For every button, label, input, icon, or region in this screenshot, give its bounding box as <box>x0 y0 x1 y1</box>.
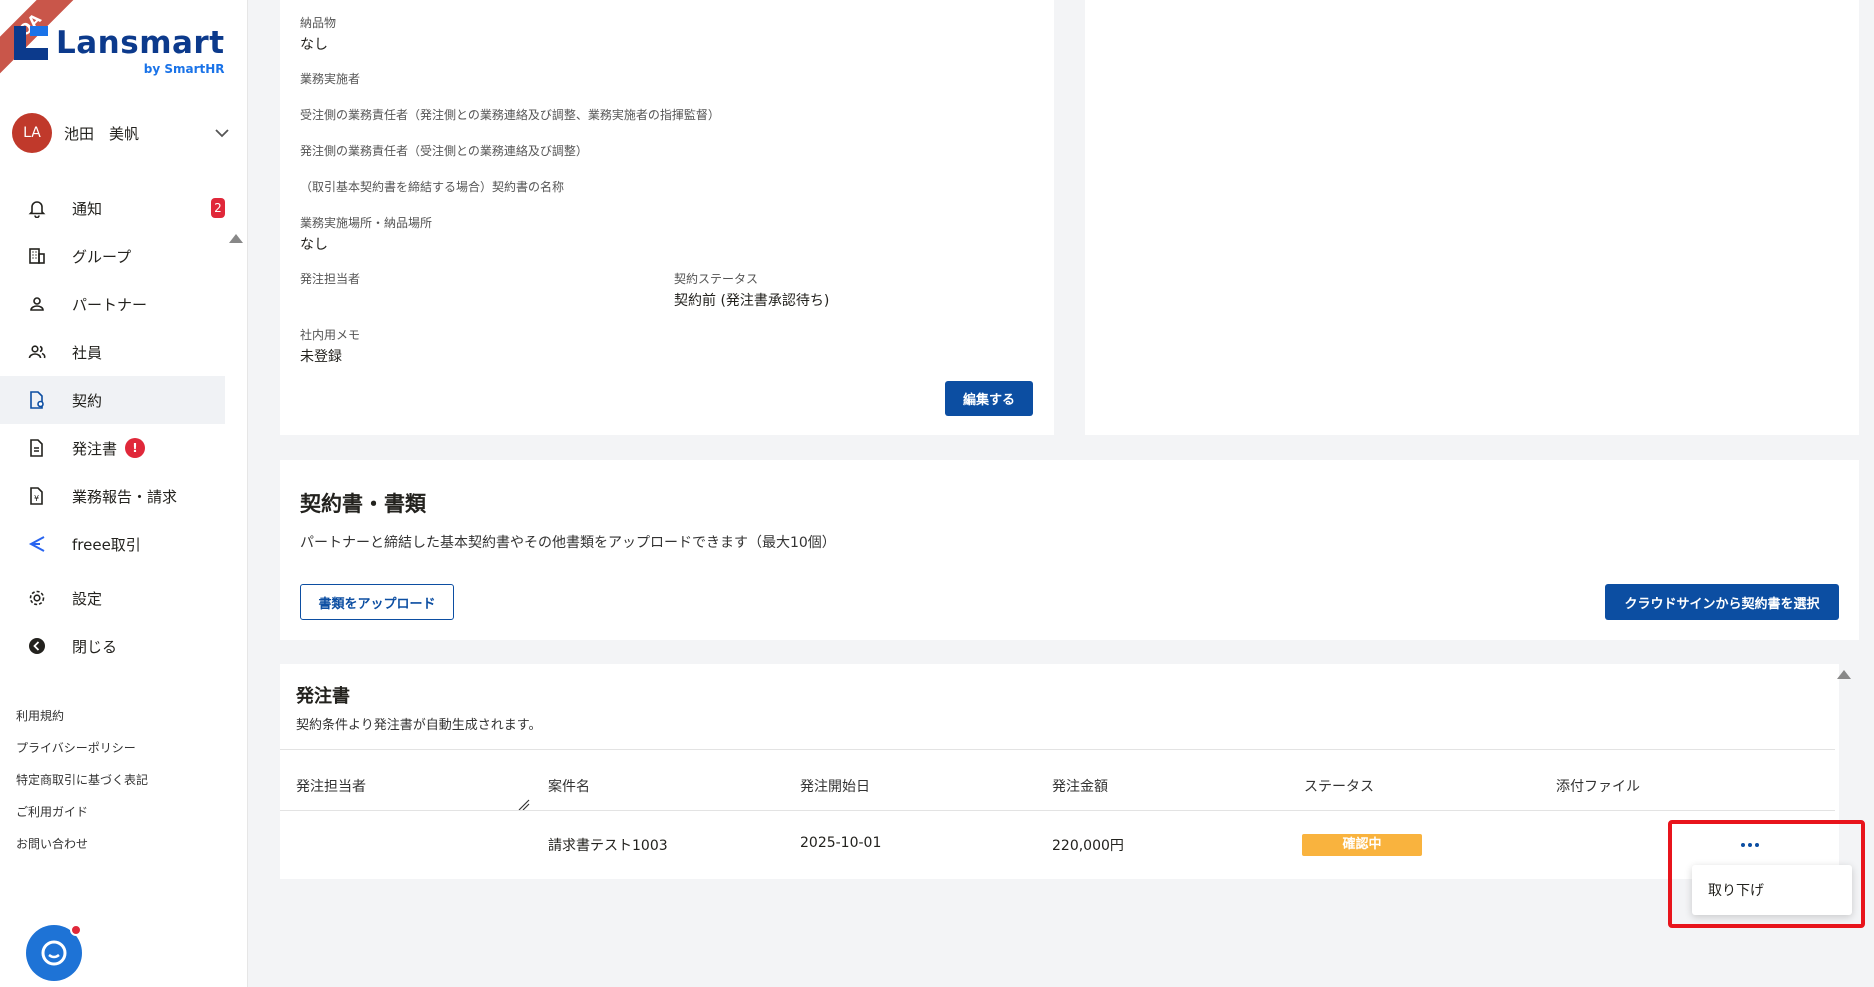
column-header-amount: 発注金額 <box>1052 779 1108 795</box>
notification-count-badge: 2 <box>211 198 225 218</box>
sidebar-item-label: 発注書 <box>72 439 118 458</box>
column-header-attachment: 添付ファイル <box>1556 779 1640 795</box>
table-divider <box>280 810 1835 811</box>
logo-sub: by SmartHR <box>143 62 225 76</box>
sidebar-item-partners[interactable]: パートナー <box>0 280 225 328</box>
footer-link-contact[interactable]: お問い合わせ <box>16 828 148 860</box>
documents-description: パートナーと締結した基本契約書やその他書類をアップロードできます（最大10個） <box>300 535 836 551</box>
alert-badge: ! <box>125 438 146 458</box>
receiver-manager-label: 受注側の業務責任者（発注側との業務連絡及び調整、業務実施者の指揮監督） <box>300 108 720 122</box>
freee-icon <box>26 533 48 555</box>
master-contract-label: （取引基本契約書を締結する場合）契約書の名称 <box>300 180 565 194</box>
contract-icon <box>26 389 48 411</box>
cell-amount: 220,000円 <box>1052 838 1124 854</box>
sidebar-nav: 通知 2 グループ パートナー 社員 契約 発注書 ! ¥ 業務報告・請求 fr… <box>0 184 225 670</box>
logo-name: Lansmart <box>56 25 225 61</box>
sidebar-item-label: freee取引 <box>72 535 141 554</box>
user-menu[interactable]: LA 池田 美帆 <box>12 113 232 153</box>
document-icon <box>26 437 48 459</box>
memo-label: 社内用メモ <box>300 328 361 342</box>
column-header-status: ステータス <box>1304 779 1374 795</box>
contract-details-card: 納品物 なし 業務実施者 受注側の業務責任者（発注側との業務連絡及び調整、業務実… <box>280 0 1054 435</box>
sidebar-scroll-up-icon[interactable] <box>229 234 243 243</box>
implementer-label: 業務実施者 <box>300 72 361 86</box>
table-divider <box>280 749 1835 750</box>
contract-status-label: 契約ステータス <box>674 272 759 286</box>
sidebar-item-groups[interactable]: グループ <box>0 232 225 280</box>
deliverables-label: 納品物 <box>300 16 337 30</box>
contract-status-value: 契約前 (発注書承認待ち) <box>674 293 830 309</box>
highlight-box <box>1668 820 1865 928</box>
footer-link-terms[interactable]: 利用規約 <box>16 700 148 732</box>
deliverables-value: なし <box>300 37 328 53</box>
documents-card: 契約書・書類 パートナーと締結した基本契約書やその他書類をアップロードできます（… <box>280 460 1859 640</box>
chat-icon <box>41 940 67 966</box>
gear-icon <box>26 587 48 609</box>
footer-link-commerce[interactable]: 特定商取引に基づく表記 <box>16 764 148 796</box>
sidebar-item-purchase-orders[interactable]: 発注書 ! <box>0 424 225 472</box>
column-header-project: 案件名 <box>548 779 590 795</box>
column-header-owner: 発注担当者 <box>296 779 366 795</box>
table-scroll-up-icon[interactable] <box>1837 670 1851 679</box>
cell-start-date: 2025-10-01 <box>800 835 882 851</box>
cell-project-name[interactable]: 請求書テスト1003 <box>548 835 668 855</box>
building-icon <box>26 245 48 267</box>
documents-title: 契約書・書類 <box>300 492 426 516</box>
footer-link-privacy[interactable]: プライバシーポリシー <box>16 732 148 764</box>
location-label: 業務実施場所・納品場所 <box>300 216 433 230</box>
cloudsign-select-button[interactable]: クラウドサインから契約書を選択 <box>1605 584 1839 620</box>
logo-mark-icon <box>14 26 48 60</box>
sidebar-item-settings[interactable]: 設定 <box>0 574 225 622</box>
chat-notification-dot <box>70 924 82 936</box>
sidebar-item-label: 通知 <box>72 199 103 218</box>
memo-value: 未登録 <box>300 349 342 365</box>
collapse-icon <box>26 635 48 657</box>
column-resize-icon[interactable] <box>518 796 530 811</box>
sidebar: QA Lansmart by SmartHR LA 池田 美帆 通知 2 グルー… <box>0 0 248 987</box>
svg-text:¥: ¥ <box>34 494 39 503</box>
avatar: LA <box>12 113 52 153</box>
person-icon <box>26 293 48 315</box>
sidebar-item-collapse[interactable]: 閉じる <box>0 622 225 670</box>
chevron-down-icon[interactable] <box>212 123 232 143</box>
location-value: なし <box>300 237 328 253</box>
app-logo[interactable]: Lansmart by SmartHR <box>14 26 225 76</box>
sidebar-item-contracts[interactable]: 契約 <box>0 376 225 424</box>
sidebar-item-label: 社員 <box>72 343 103 362</box>
orderer-manager-label: 発注側の業務責任者（受注側との業務連絡及び調整） <box>300 144 588 158</box>
user-name: 池田 美帆 <box>64 124 140 143</box>
sidebar-item-label: 閉じる <box>72 637 118 656</box>
sidebar-item-freee[interactable]: freee取引 <box>0 520 225 568</box>
sidebar-item-label: 設定 <box>72 589 103 608</box>
sidebar-item-label: グループ <box>72 247 132 266</box>
footer-link-guide[interactable]: ご利用ガイド <box>16 796 148 828</box>
purchase-orders-title: 発注書 <box>296 686 350 707</box>
sidebar-item-label: 業務報告・請求 <box>72 487 178 506</box>
sidebar-item-label: パートナー <box>72 295 148 314</box>
edit-button[interactable]: 編集する <box>945 381 1033 416</box>
footer-links: 利用規約 プライバシーポリシー 特定商取引に基づく表記 ご利用ガイド お問い合わ… <box>16 700 148 860</box>
people-icon <box>26 341 48 363</box>
side-panel-card <box>1085 0 1859 435</box>
status-badge: 確認中 <box>1302 834 1422 856</box>
sidebar-item-reports-billing[interactable]: ¥ 業務報告・請求 <box>0 472 225 520</box>
order-owner-label: 発注担当者 <box>300 272 361 286</box>
purchase-orders-card: 発注書 契約条件より発注書が自動生成されます。 発注担当者 案件名 発注開始日 … <box>280 664 1839 879</box>
purchase-orders-subtitle: 契約条件より発注書が自動生成されます。 <box>296 718 542 733</box>
sidebar-item-label: 契約 <box>72 391 103 410</box>
upload-documents-button[interactable]: 書類をアップロード <box>300 584 454 620</box>
sidebar-item-employees[interactable]: 社員 <box>0 328 225 376</box>
bell-icon <box>26 197 48 219</box>
column-header-start-date: 発注開始日 <box>800 779 870 795</box>
invoice-icon: ¥ <box>26 485 48 507</box>
sidebar-item-notifications[interactable]: 通知 2 <box>0 184 225 232</box>
